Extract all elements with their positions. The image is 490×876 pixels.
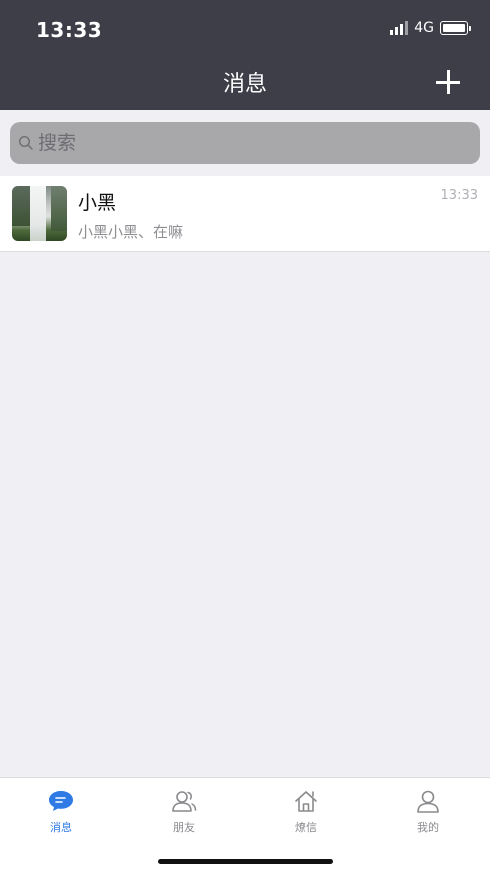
tab-friends[interactable]: 朋友 (144, 788, 224, 835)
add-button[interactable] (436, 70, 460, 94)
chat-bubble-icon (49, 791, 73, 811)
home-indicator (158, 859, 333, 864)
chat-list: 小黑 小黑小黑、在嘛 13:33 (0, 176, 490, 252)
tab-home[interactable]: 燎信 (266, 788, 346, 835)
search-input[interactable] (38, 132, 458, 154)
tab-label: 我的 (417, 821, 439, 834)
tab-label: 燎信 (295, 821, 317, 834)
battery-icon (440, 21, 471, 35)
signal-icon (390, 21, 409, 35)
home-icon (295, 791, 317, 812)
search-bar (0, 110, 490, 174)
profile-icon (417, 790, 439, 813)
status-indicators: 4G (390, 20, 471, 36)
tab-label: 消息 (50, 821, 72, 834)
avatar (12, 186, 67, 241)
tab-profile[interactable]: 我的 (388, 788, 468, 835)
search-box[interactable] (10, 122, 480, 164)
chat-name: 小黑 (78, 192, 117, 214)
chat-preview: 小黑小黑、在嘛 (78, 223, 184, 241)
chat-list-item[interactable]: 小黑 小黑小黑、在嘛 13:33 (0, 176, 490, 251)
page-title: 消息 (222, 72, 267, 97)
chat-time: 13:33 (440, 188, 478, 203)
header: 13:33 4G 消息 (0, 0, 490, 110)
network-label: 4G (414, 20, 434, 36)
status-time: 13:33 (36, 18, 103, 42)
tab-messages[interactable]: 消息 (21, 788, 101, 835)
search-icon (18, 135, 33, 150)
tab-label: 朋友 (173, 821, 195, 834)
friends-icon (172, 791, 197, 812)
